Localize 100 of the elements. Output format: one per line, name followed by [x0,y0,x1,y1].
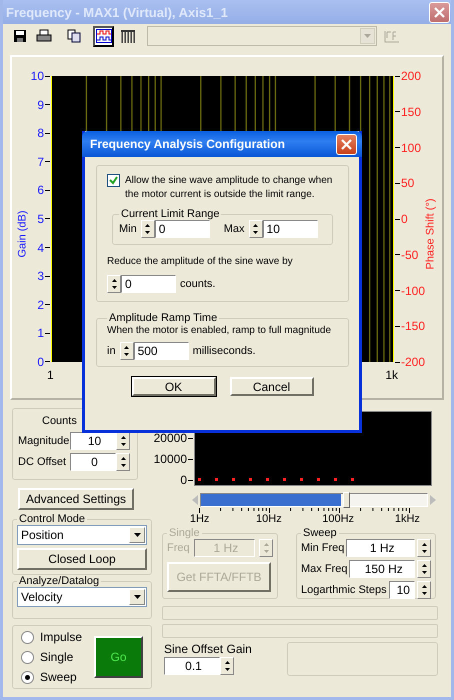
close-button[interactable] [336,134,357,154]
input-field[interactable]: 150 Hz [349,560,415,578]
printer-icon [36,29,52,43]
axis-label: 10 [30,70,44,82]
group-title: Sweep [302,527,338,539]
input-field[interactable]: 10 [262,220,318,238]
axis-label: 0 [180,474,187,486]
advanced-settings-button[interactable]: Advanced Settings [18,488,134,510]
axis-label: 20000 [154,432,187,444]
grid-icon [120,29,134,43]
field-label: Min Freq [301,542,344,554]
close-icon [434,6,445,18]
caret-icon [134,533,140,537]
input-field[interactable]: 0.1 [164,657,220,675]
spin-buttons[interactable] [120,342,134,360]
axis-label: 0 [401,213,408,225]
spin-buttons[interactable] [116,432,130,450]
dialog-button[interactable]: Cancel [230,377,314,396]
axis-label: -200 [401,356,426,368]
field-label: DC Offset [18,456,68,468]
window-title: Frequency - MAX1 (Virtual), Axis1_1 [6,4,228,20]
waveform-chart-icon [96,29,112,43]
slider-left-arrow-icon [192,495,198,505]
dialog-button[interactable]: OK [132,377,216,396]
save-icon [12,29,26,43]
field-label: in [107,345,116,357]
group-title: Single [168,527,201,539]
input-field[interactable]: 500 [134,342,189,360]
group-title: Analyze/Datalog [18,575,100,587]
close-icon [341,138,352,150]
mode-radio[interactable]: Single [21,647,82,667]
axis-label: 100Hz [321,513,356,525]
spin-buttons[interactable] [220,657,234,675]
axis-label: 2 [37,298,44,311]
field-label: Min [119,223,137,235]
group-title: Control Mode [18,513,86,525]
axis-title: Gain (dB) [17,210,29,258]
axis-label: 150 [401,106,422,118]
axis-title: Phase Shift (°) [425,198,437,270]
input-field[interactable]: 10 [388,581,415,599]
unit-label: milliseconds. [192,345,256,357]
slider-right-arrow-icon [430,495,436,505]
field-label: Logarthmic Steps [301,584,387,596]
spin-buttons[interactable] [140,220,155,238]
axis-label: 0 [37,356,44,368]
ramp-text: When the motor is enabled, ramp to full magnitude [107,325,332,336]
axis-label: 1kHz [394,513,421,525]
unit-label: counts. [180,278,216,290]
axis-label: 1 [37,327,44,340]
axis-label: 6 [37,184,44,196]
axis-label: 9 [37,98,44,111]
analyze-dropdown[interactable]: Velocity [17,587,147,607]
axis-label: 1k [385,368,398,382]
axis-label: -50 [401,248,418,261]
spin-buttons[interactable] [116,453,130,471]
input-field[interactable]: 0 [70,453,116,471]
input-field[interactable]: 0 [121,275,176,293]
toolbar-button[interactable] [93,26,114,46]
reduce-text: Reduce the amplitude of the sine wave by [107,255,294,269]
axis-label: 4 [37,242,44,254]
dialog-title: Frequency Analysis Configuration [90,137,285,151]
close-button[interactable] [429,2,450,22]
spin-buttons[interactable] [248,220,263,238]
field-label: Max Freq [301,563,348,575]
axis-label: 7 [37,156,44,168]
group-title: Amplitude Ramp Time [108,312,218,324]
spin-buttons[interactable] [417,581,431,599]
slider-thumb[interactable] [343,492,350,508]
field-label: Sine Offset Gain [164,642,252,656]
copy-icon [66,29,80,43]
fft-icon [384,29,400,43]
axis-label: 5 [37,212,44,225]
control-mode-dropdown[interactable]: Position [17,525,147,545]
caret-icon [364,34,371,38]
input-field[interactable]: 1 Hz [346,539,415,557]
checkbox-label: Allow the sine wave amplitude to change when the motor current is outside the limit range. [125,174,334,202]
checkbox[interactable] [107,174,120,187]
group-title: Current Limit Range [120,208,220,220]
axis-label: 10000 [154,453,187,465]
group-title: Counts [42,415,77,427]
spin-buttons[interactable] [417,560,431,578]
axis-label: 1Hz [188,513,210,525]
field-label: Magnitude [18,435,70,447]
closed-loop-button[interactable]: Closed Loop [17,548,147,570]
field-label: Max [224,223,245,235]
axis-label: 50 [401,177,414,190]
axis-label: 10Hz [255,513,283,525]
mode-radio[interactable]: Impulse [21,627,82,647]
mode-radio[interactable]: Sweep [21,667,82,687]
axis-label: 1 [47,368,54,382]
axis-label: -150 [401,320,426,332]
frequency-slider[interactable] [200,493,428,507]
field-label: Freq [167,542,190,554]
axis-label: -100 [401,284,426,296]
axis-label: 3 [37,270,44,282]
spin-buttons[interactable] [107,275,121,293]
axis-label: 100 [401,142,422,154]
input-field[interactable]: 10 [70,432,116,450]
input-field[interactable]: 0 [154,220,210,238]
spin-buttons[interactable] [417,539,431,557]
